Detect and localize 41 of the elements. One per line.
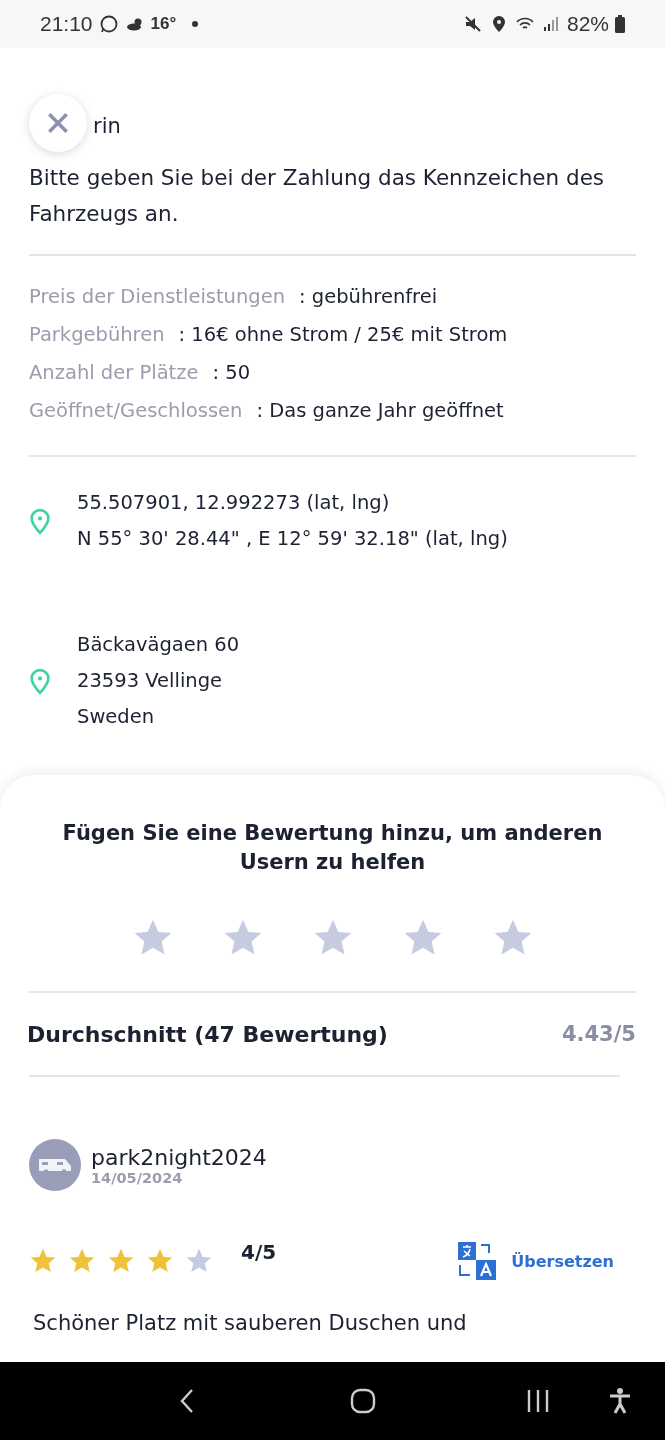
close-button[interactable] — [29, 94, 87, 152]
info-label: Geöffnet/Geschlossen — [29, 398, 243, 424]
star-icon — [185, 1247, 213, 1275]
review-text: Schöner Platz mit sauberen Duschen und — [33, 1311, 468, 1335]
battery-percent: 82% — [566, 12, 609, 36]
star-icon — [68, 1247, 96, 1275]
info-value: : Das ganze Jahr geöffnet — [256, 398, 504, 424]
info-value: : gebührenfrei — [299, 284, 438, 310]
average-label: Durchschnitt (47 Bewertung) — [27, 1021, 388, 1047]
review-date: 14/05/2024 — [91, 1169, 184, 1186]
camper-icon — [37, 1156, 73, 1174]
dot-icon — [192, 21, 199, 27]
star-icon — [107, 1247, 135, 1275]
translate-button[interactable]: Übersetzen — [457, 1241, 614, 1281]
star-icon — [29, 1247, 57, 1275]
chat-icon — [98, 14, 119, 34]
review-score: 4/5 — [241, 1240, 277, 1264]
close-icon — [45, 110, 71, 136]
status-time: 21:10 — [40, 12, 93, 36]
notice-text: Bitte geben Sie bei der Zahlung das Kennzeichen des Fahrzeugs an. — [29, 164, 606, 228]
info-value: : 16€ ohne Strom / 25€ mit Strom — [178, 322, 508, 348]
translate-icon — [457, 1241, 498, 1281]
info-label: Parkgebühren — [29, 322, 165, 348]
info-label: Preis der Dienstleistungen — [29, 284, 286, 310]
battery-icon — [615, 15, 625, 33]
mute-icon — [462, 14, 483, 34]
location-line: Bäckavägaen 60 — [77, 632, 240, 658]
temperature: 16° — [150, 14, 177, 34]
map-pin-icon — [29, 667, 51, 695]
user-name: park2night2024 — [91, 1144, 267, 1170]
average-score: 4.43/5 — [561, 1022, 636, 1046]
location-line: 23593 Vellinge — [77, 668, 224, 694]
rating-prompt: Fügen Sie eine Bewertung hinzu, um anderen Usern zu helfen — [61, 820, 604, 876]
info-label: Anzahl der Plätze — [29, 360, 199, 386]
info-value: : 50 — [212, 360, 251, 386]
location-line: N 55° 30' 28.44" , E 12° 59' 32.18" (lat, lng) — [77, 526, 508, 552]
star-icon — [146, 1247, 174, 1275]
map-pin-icon — [29, 507, 51, 535]
location-line: Sweden — [77, 704, 156, 730]
location-line: 55.507901, 12.992273 (lat, lng) — [77, 490, 391, 516]
page-title: rin — [93, 114, 121, 138]
